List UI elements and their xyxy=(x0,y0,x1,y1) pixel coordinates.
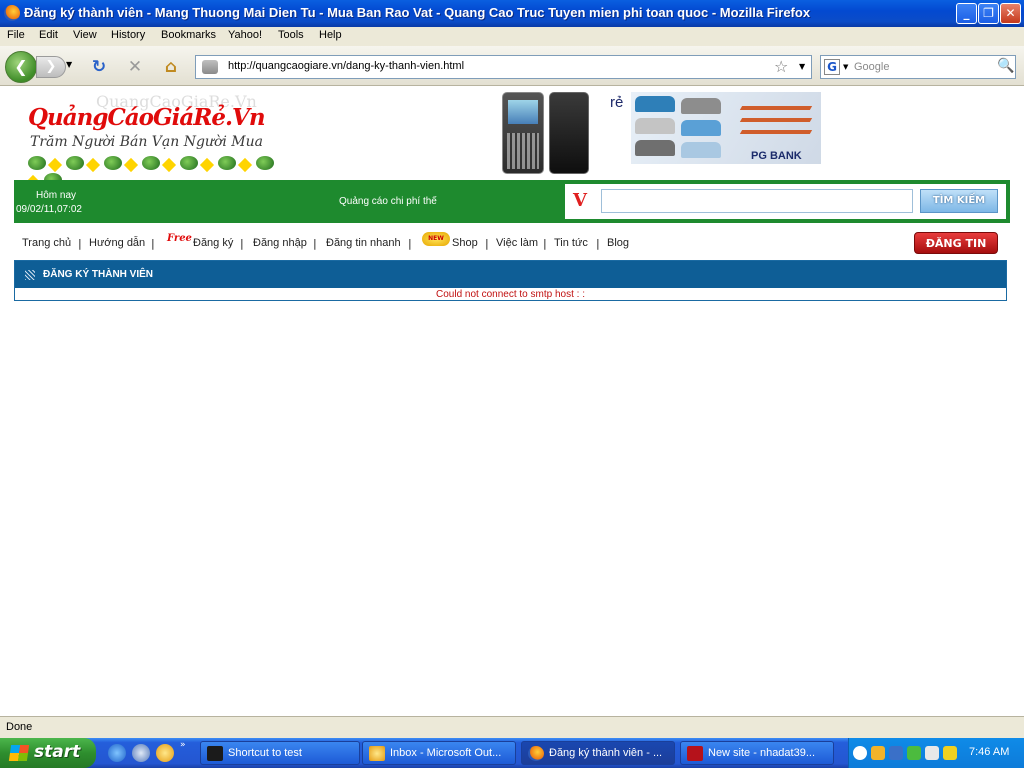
site-search-input[interactable] xyxy=(601,189,913,213)
stop-icon[interactable]: ✕ xyxy=(124,56,146,78)
page-viewport: QuangCaoGiaRe.Vn QuảngCáoGiáRẻ.Vn Trăm N… xyxy=(0,86,1024,716)
google-engine-icon[interactable]: G xyxy=(824,59,840,75)
menu-view[interactable]: View xyxy=(73,29,97,41)
tray-audio-icon[interactable] xyxy=(889,746,903,760)
registration-panel: ĐĂNG KÝ THÀNH VIÊN Could not connect to … xyxy=(14,260,1007,301)
nav-news[interactable]: Tin tức xyxy=(554,237,588,249)
phone-image xyxy=(549,92,589,174)
cmd-icon xyxy=(207,746,223,761)
quicklaunch-more-icon[interactable]: » xyxy=(180,740,190,750)
tray-collapse-icon[interactable] xyxy=(853,746,867,760)
menu-edit[interactable]: Edit xyxy=(39,29,58,41)
window-title: Đăng ký thành viên - Mang Thuong Mai Die… xyxy=(24,5,811,20)
post-ad-button[interactable]: ĐĂNG TIN xyxy=(914,232,998,254)
phone-image xyxy=(502,92,544,174)
ad-text: rẻ xyxy=(610,94,624,111)
windows-logo-icon xyxy=(8,745,30,761)
status-text: Done xyxy=(6,721,33,733)
firefox-icon xyxy=(528,746,544,761)
search-go-icon[interactable]: 🔍 xyxy=(997,58,1014,74)
site-search-logo: V xyxy=(573,190,587,211)
url-dropdown-icon[interactable]: ▼ xyxy=(799,62,805,71)
taskbar-item-shortcut[interactable]: Shortcut to test xyxy=(200,741,360,765)
filezilla-icon xyxy=(687,746,703,761)
scrolling-ad-text: Quảng cáo chi phí thế xyxy=(339,196,437,207)
menu-bar: File Edit View History Bookmarks Yahoo! … xyxy=(0,27,1024,46)
panel-header: ĐĂNG KÝ THÀNH VIÊN xyxy=(15,261,1006,288)
today-label: Hôm nay xyxy=(36,190,77,201)
site-search-box: V TÌM KIẾM xyxy=(565,184,1006,219)
url-text[interactable]: http://quangcaogiare.vn/dang-ky-thanh-vi… xyxy=(228,60,464,72)
home-icon[interactable]: ⌂ xyxy=(160,56,182,78)
current-datetime: 09/02/11,07:02 xyxy=(16,204,82,215)
nav-register[interactable]: Đăng ký xyxy=(193,237,233,249)
green-info-bar: Hôm nay 09/02/11,07:02 Quảng cáo chi phí… xyxy=(14,180,1010,223)
panel-header-icon xyxy=(25,270,35,280)
outlook-icon[interactable] xyxy=(132,744,150,762)
site-slogan: Trăm Người Bán Vạn Người Mua xyxy=(30,134,263,150)
mail-icon xyxy=(369,746,385,761)
engine-dropdown-icon[interactable]: ▼ xyxy=(843,63,848,71)
system-clock: 7:46 AM xyxy=(969,746,1010,758)
title-bar: Đăng ký thành viên - Mang Thuong Mai Die… xyxy=(0,0,1024,27)
taskbar-item-filezilla[interactable]: New site - nhadat39... xyxy=(680,741,834,765)
menu-history[interactable]: History xyxy=(111,29,145,41)
nav-login[interactable]: Đăng nhập xyxy=(253,237,307,249)
start-label: start xyxy=(34,742,81,762)
nav-blog[interactable]: Blog xyxy=(607,237,629,249)
start-button[interactable]: start xyxy=(0,738,96,768)
close-button[interactable]: ✕ xyxy=(1000,3,1021,24)
site-navigation: Trang chủ | Hướng dẫn | Free Đăng ký | Đ… xyxy=(14,228,1010,254)
maximize-button[interactable]: ❐ xyxy=(978,3,999,24)
forward-button[interactable]: ❯ xyxy=(36,56,66,78)
site-search-button[interactable]: TÌM KIẾM xyxy=(920,189,998,213)
reload-icon[interactable]: ↻ xyxy=(88,56,110,78)
decorative-melons xyxy=(25,156,288,190)
menu-tools[interactable]: Tools xyxy=(278,29,304,41)
status-bar: Done xyxy=(0,716,1024,738)
nav-guide[interactable]: Hướng dẫn xyxy=(89,237,145,249)
bank-advertisement[interactable]: PG BANK xyxy=(631,92,821,164)
bookmark-star-icon[interactable]: ☆ xyxy=(774,57,788,76)
site-banner: QuangCaoGiaRe.Vn QuảngCáoGiáRẻ.Vn Trăm N… xyxy=(14,86,1010,190)
new-badge: NEW xyxy=(422,232,450,246)
tray-update-icon[interactable] xyxy=(943,746,957,760)
tray-security-icon[interactable] xyxy=(907,746,921,760)
nav-home[interactable]: Trang chủ xyxy=(22,237,71,249)
nav-jobs[interactable]: Việc làm xyxy=(496,237,538,249)
internet-explorer-icon[interactable] xyxy=(108,744,126,762)
menu-yahoo[interactable]: Yahoo! xyxy=(228,29,262,41)
history-dropdown-icon[interactable]: ▼ xyxy=(66,60,72,69)
taskbar-item-firefox[interactable]: Đăng ký thành viên - ... xyxy=(521,741,675,765)
menu-bookmarks[interactable]: Bookmarks xyxy=(161,29,216,41)
nav-shop[interactable]: Shop xyxy=(452,237,478,249)
thunderbird-icon[interactable] xyxy=(156,744,174,762)
free-badge: Free xyxy=(167,233,192,244)
panel-title: ĐĂNG KÝ THÀNH VIÊN xyxy=(43,269,154,280)
firefox-icon xyxy=(4,5,20,21)
taskbar-item-inbox[interactable]: Inbox - Microsoft Out... xyxy=(362,741,516,765)
nav-quick-post[interactable]: Đăng tin nhanh xyxy=(326,237,401,249)
tray-mail-icon[interactable] xyxy=(871,746,885,760)
search-input[interactable]: Google xyxy=(854,61,889,73)
taskbar: start » Shortcut to test Inbox - Microso… xyxy=(0,738,1024,768)
bank-label: PG BANK xyxy=(751,150,802,162)
menu-help[interactable]: Help xyxy=(319,29,342,41)
system-tray: 7:46 AM xyxy=(848,738,1024,768)
tray-v-icon[interactable] xyxy=(925,746,939,760)
search-bar[interactable]: G ▼ Google 🔍 xyxy=(820,55,1016,79)
minimize-button[interactable]: _ xyxy=(956,3,977,24)
error-message: Could not connect to smtp host : : xyxy=(436,289,585,300)
site-identity-icon[interactable] xyxy=(202,60,218,74)
back-button[interactable]: ❮ xyxy=(5,51,37,83)
menu-file[interactable]: File xyxy=(7,29,25,41)
phone-advertisement[interactable] xyxy=(502,90,612,176)
url-bar[interactable]: http://quangcaogiare.vn/dang-ky-thanh-vi… xyxy=(195,55,812,79)
site-logo[interactable]: QuảngCáoGiáRẻ.Vn xyxy=(28,104,266,131)
